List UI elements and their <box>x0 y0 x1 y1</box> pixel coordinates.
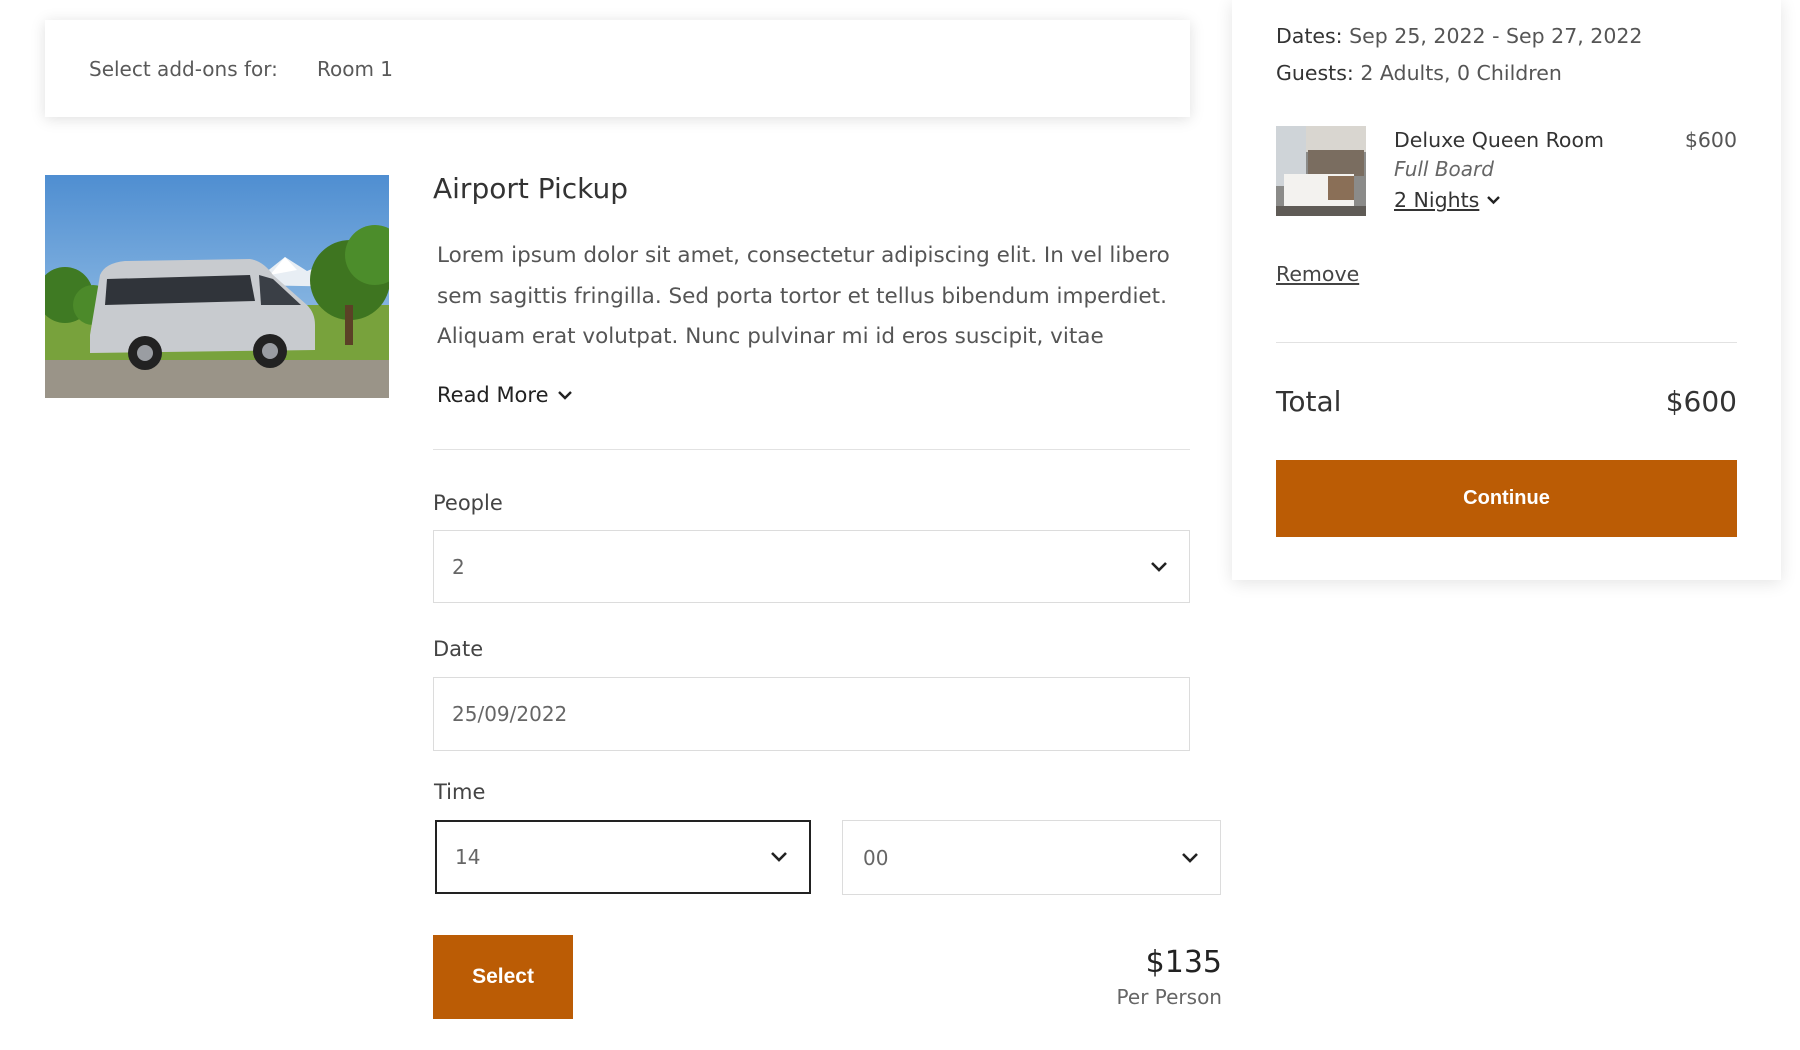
total-label: Total <box>1276 385 1342 418</box>
room-price: $600 <box>1684 128 1737 152</box>
divider <box>1276 342 1737 343</box>
room-thumbnail <box>1276 126 1366 216</box>
time-hour-select[interactable]: 14 <box>435 820 811 894</box>
addon-header-label: Select add-ons for: <box>89 57 278 81</box>
room-nights-toggle[interactable]: 2 Nights <box>1394 188 1501 212</box>
chevron-down-icon <box>1182 852 1198 863</box>
addon-price: $135 <box>1145 945 1222 980</box>
room-nights-label: 2 Nights <box>1394 188 1480 212</box>
summary-dates-key: Dates: <box>1276 24 1343 48</box>
summary-guests-value: 2 Adults, 0 Children <box>1360 61 1562 85</box>
select-addon-button[interactable]: Select <box>433 935 573 1019</box>
divider <box>433 449 1190 450</box>
addon-title: Airport Pickup <box>433 172 629 205</box>
remove-room-link[interactable]: Remove <box>1276 262 1359 286</box>
room-board: Full Board <box>1394 157 1494 181</box>
read-more-label: Read More <box>437 383 549 407</box>
continue-button[interactable]: Continue <box>1276 460 1737 537</box>
date-label: Date <box>433 637 484 661</box>
date-field[interactable]: 25/09/2022 <box>433 677 1190 751</box>
total-value: $600 <box>1665 385 1737 418</box>
chevron-down-icon <box>771 852 787 862</box>
summary-guests: Guests: 2 Adults, 0 Children <box>1276 61 1562 85</box>
summary-guests-key: Guests: <box>1276 61 1354 85</box>
addon-description: Lorem ipsum dolor sit amet, consectetur … <box>437 243 1170 349</box>
summary-dates-value: Sep 25, 2022 - Sep 27, 2022 <box>1349 24 1643 48</box>
addon-header-room: Room 1 <box>317 57 394 81</box>
people-value: 2 <box>452 554 465 579</box>
chevron-down-icon <box>1151 561 1167 572</box>
people-select[interactable]: 2 <box>433 530 1190 603</box>
addon-price-unit: Per Person <box>1116 985 1222 1009</box>
booking-summary: Dates: Sep 25, 2022 - Sep 27, 2022 Guest… <box>1232 0 1781 580</box>
addon-header: Select add-ons for: Room 1 <box>45 20 1190 117</box>
people-label: People <box>433 491 503 515</box>
room-name: Deluxe Queen Room <box>1394 128 1604 152</box>
time-hour-value: 14 <box>455 845 481 869</box>
chevron-down-icon <box>1487 196 1501 205</box>
read-more-link[interactable]: Read More <box>437 383 573 407</box>
time-minute-select[interactable]: 00 <box>842 820 1221 895</box>
summary-dates: Dates: Sep 25, 2022 - Sep 27, 2022 <box>1276 24 1642 48</box>
chevron-down-icon <box>557 391 572 400</box>
date-value: 25/09/2022 <box>452 702 568 726</box>
time-label: Time <box>434 780 486 804</box>
airport-pickup-image <box>45 175 389 398</box>
time-minute-value: 00 <box>863 845 889 870</box>
